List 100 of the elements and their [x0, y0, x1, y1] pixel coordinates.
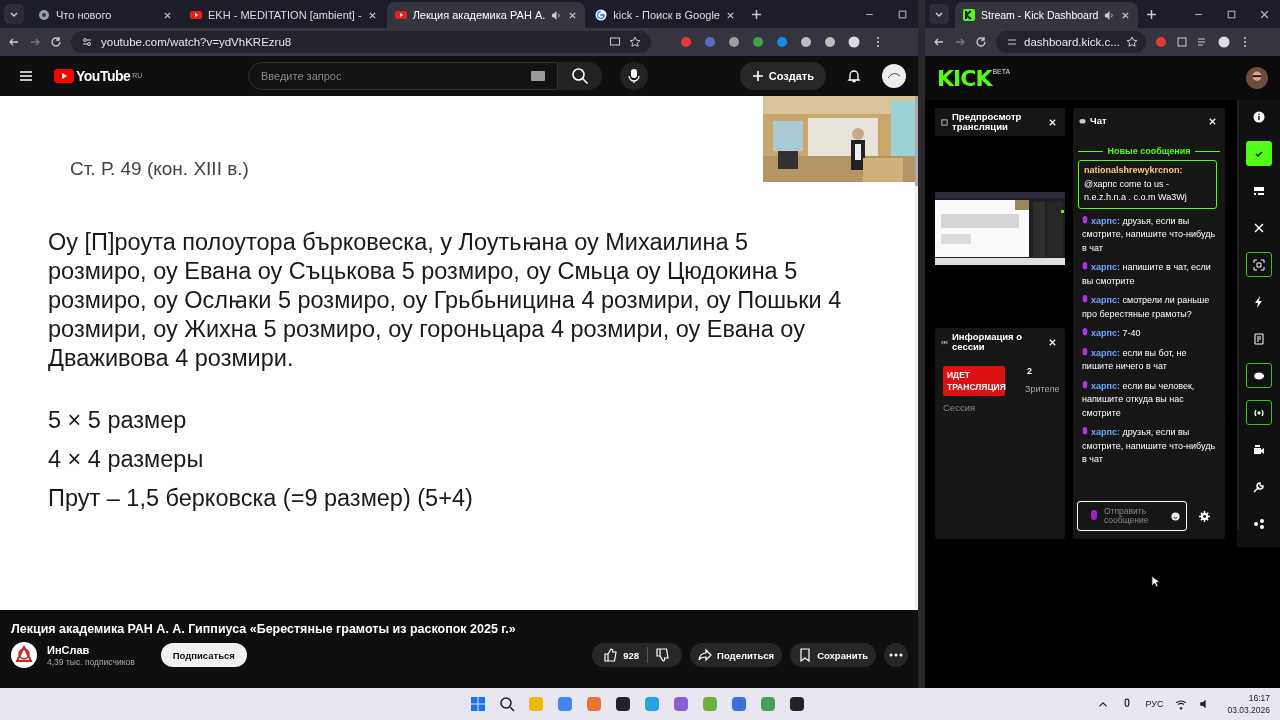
- share-icon: [1252, 517, 1265, 530]
- star-icon[interactable]: [1125, 36, 1138, 48]
- star-icon[interactable]: [629, 36, 641, 48]
- sidebar-button[interactable]: [1245, 252, 1272, 277]
- tab-title: kick - Поиск в Google: [613, 9, 720, 21]
- clock-time[interactable]: 16:17: [1248, 693, 1270, 703]
- play-icon: [190, 9, 202, 21]
- bell-icon[interactable]: [846, 68, 862, 84]
- youtube-logo-text[interactable]: YouTube: [76, 68, 131, 84]
- extension-icon[interactable]: [728, 36, 740, 48]
- browser-tab[interactable]: kick - Поиск в Google: [587, 2, 743, 28]
- channel-name[interactable]: ИнСлав: [47, 643, 135, 656]
- search-button[interactable]: [558, 62, 602, 90]
- wrench-icon: [1252, 480, 1265, 493]
- new-tab-icon[interactable]: [750, 8, 762, 20]
- kick-logo[interactable]: KICK: [937, 65, 992, 91]
- windows-icon[interactable]: [470, 696, 486, 712]
- avatar-icon[interactable]: [882, 64, 906, 88]
- maximize-icon[interactable]: [897, 8, 908, 20]
- camera-icon: [1252, 443, 1265, 456]
- close-icon[interactable]: [163, 10, 172, 20]
- panel-title: Предпросмотр трансляции: [952, 112, 1023, 132]
- forward-icon[interactable]: [29, 36, 41, 48]
- new-tab-icon[interactable]: [1146, 8, 1158, 20]
- subscribe-button[interactable]: Подписаться: [160, 643, 247, 667]
- browser-tab[interactable]: Stream - Kick Dashboard: [955, 2, 1139, 28]
- menu-icon[interactable]: [18, 68, 34, 84]
- microphone-icon: [1082, 262, 1088, 271]
- emoji-icon[interactable]: [1171, 511, 1180, 521]
- app-icon[interactable]: [615, 696, 631, 712]
- broadcast-icon: [941, 338, 948, 346]
- back-icon[interactable]: [8, 36, 20, 48]
- slide-line: 5 × 5 размер: [48, 406, 188, 435]
- info-icon: [1252, 110, 1265, 123]
- profile-icon[interactable]: [848, 36, 860, 48]
- subscriber-count: 4,39 тыс. подписчиков: [47, 656, 135, 667]
- close-icon[interactable]: [1121, 10, 1131, 20]
- save-button[interactable]: Сохранить: [790, 643, 876, 667]
- create-button[interactable]: Создать: [739, 62, 826, 90]
- thumbs-down-icon: [656, 648, 671, 662]
- chat-input[interactable]: Отправить сообщение: [1077, 501, 1187, 531]
- microphone-icon: [1082, 215, 1088, 225]
- play-icon: [394, 9, 407, 21]
- close-icon[interactable]: [367, 10, 377, 20]
- more-icon: [889, 653, 903, 657]
- avatar-icon[interactable]: [1246, 67, 1268, 89]
- extension-icon[interactable]: [800, 36, 812, 48]
- puzzle-icon[interactable]: [1176, 36, 1188, 48]
- tab-title: Stream - Kick Dashboard: [981, 9, 1099, 21]
- extension-icon[interactable]: [824, 36, 836, 48]
- search-field[interactable]: Введите запрос: [248, 62, 558, 90]
- address-bar[interactable]: youtube.com/watch?v=ydVhKREzru8: [71, 31, 651, 53]
- site-settings-icon[interactable]: [1006, 36, 1018, 48]
- microphone-icon: [1090, 510, 1098, 522]
- close-icon[interactable]: [568, 10, 578, 20]
- browser-tab[interactable]: EKH - MEDITATION [ambient] -: [182, 2, 385, 28]
- chat-message: харпс: если вы бот, не пишите ничего в чат: [1081, 346, 1188, 373]
- chat-message: харпс: 7-40: [1078, 327, 1217, 341]
- profile-icon[interactable]: [1218, 36, 1230, 48]
- slide-heading: Ст. Р. 49 (кон. XIII в.): [70, 158, 250, 181]
- tab-menu-button[interactable]: [4, 4, 24, 24]
- reload-icon[interactable]: [50, 36, 62, 48]
- extension-icon[interactable]: [776, 36, 788, 48]
- install-icon[interactable]: [609, 36, 621, 48]
- browser-tab[interactable]: Лекция академика РАН А.: [386, 2, 586, 28]
- search-icon[interactable]: [499, 696, 515, 712]
- language-indicator[interactable]: РУС: [1145, 699, 1164, 709]
- tab-menu-button[interactable]: [929, 4, 949, 24]
- app-icon[interactable]: [789, 696, 805, 712]
- browser-tab[interactable]: Что нового: [30, 2, 180, 28]
- url-text: youtube.com/watch?v=ydVhKREzru8: [101, 36, 292, 48]
- extension-icon[interactable]: [680, 36, 692, 48]
- clock-date[interactable]: 03.03.2026: [1227, 705, 1270, 715]
- maximize-icon[interactable]: [1226, 8, 1237, 20]
- back-icon[interactable]: [933, 36, 945, 48]
- share-arrow-icon: [698, 648, 713, 662]
- close-icon: [1252, 221, 1265, 234]
- sidebar-button[interactable]: [1245, 141, 1272, 166]
- video-title: Лекция академика РАН А. А. Гиппиуса «Берестяные грамоты из раскопок 2025 г.»: [11, 622, 517, 636]
- channel-avatar-icon[interactable]: [11, 642, 37, 668]
- chat-message: харпс: если вы человек, напишите откуда вы нас смотрите: [1081, 379, 1196, 420]
- settings-icon[interactable]: [1199, 510, 1210, 522]
- extension-icon[interactable]: [752, 36, 764, 48]
- address-bar[interactable]: dashboard.kick.c...: [996, 31, 1146, 53]
- share-button[interactable]: Поделиться: [690, 643, 783, 667]
- reload-icon[interactable]: [975, 36, 987, 48]
- extension-icon[interactable]: [1155, 36, 1167, 48]
- new-messages-divider: Новые сообщения: [1107, 146, 1191, 156]
- microphone-icon: [1082, 380, 1088, 390]
- bookmark-icon: [798, 648, 813, 662]
- chat-message: харпс: друзья, если вы смотрите, напишите что-нибудь в чат: [1081, 214, 1217, 255]
- sidebar-button[interactable]: [1245, 400, 1272, 425]
- sidebar-button[interactable]: [1245, 363, 1272, 388]
- site-settings-icon[interactable]: [81, 36, 93, 48]
- close-icon[interactable]: [725, 10, 735, 20]
- wifi-icon[interactable]: [1175, 698, 1188, 710]
- close-window-icon[interactable]: [1259, 8, 1270, 20]
- voice-search-button[interactable]: [620, 62, 648, 90]
- more-button[interactable]: [884, 643, 908, 667]
- forward-icon[interactable]: [954, 36, 966, 48]
